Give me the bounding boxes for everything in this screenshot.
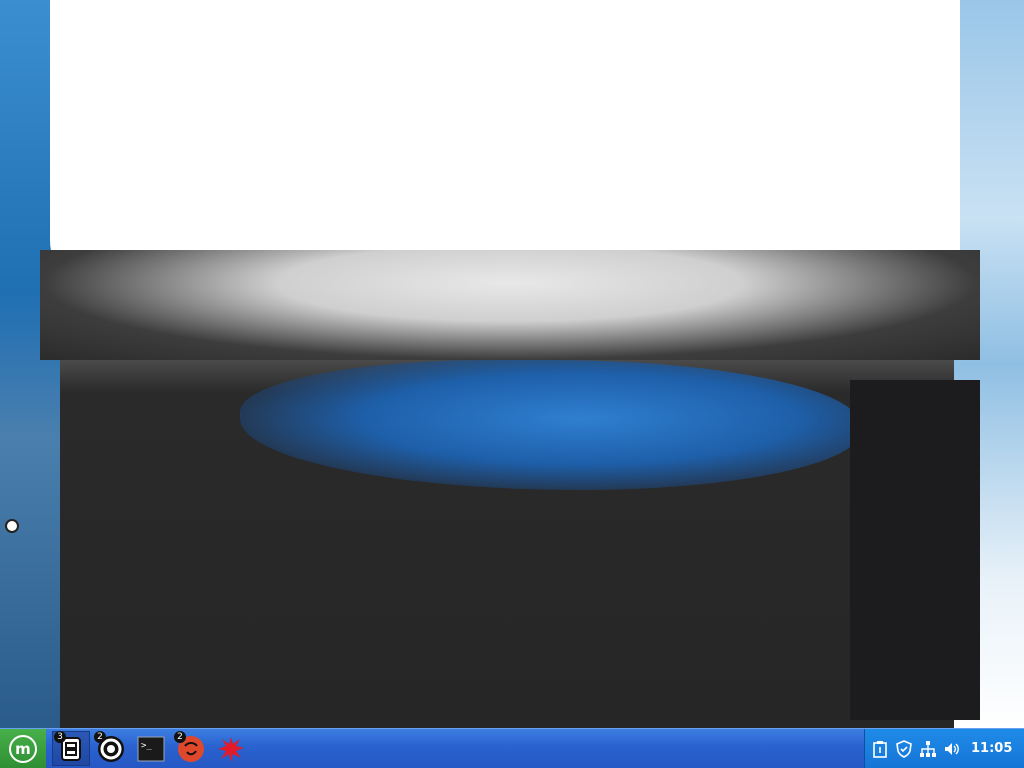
- task-count-badge: 2: [94, 731, 106, 743]
- start-menu-button[interactable]: m: [0, 729, 46, 768]
- clipboard-icon[interactable]: [871, 740, 889, 758]
- wallpaper-cloud-shadow: [40, 250, 980, 360]
- terminal-icon: >_: [137, 736, 165, 761]
- taskbar-button-settings[interactable]: 2: [92, 731, 130, 766]
- taskbar-button-file-manager[interactable]: 3: [52, 731, 90, 766]
- shield-icon[interactable]: [895, 739, 913, 758]
- mouse-cursor-icon: [5, 519, 19, 533]
- linux-mint-logo-icon: m: [9, 734, 37, 763]
- clock[interactable]: 11:05: [971, 741, 1012, 756]
- red-splat-app-icon: [218, 736, 244, 762]
- taskbar-button-red-app[interactable]: 2: [172, 731, 210, 766]
- task-count-badge: 2: [174, 731, 186, 743]
- task-count-badge: 3: [54, 731, 66, 743]
- taskbar: m 3 2 >_ 2 11:05: [0, 728, 1024, 768]
- wallpaper-dark-region: [850, 380, 980, 720]
- taskbar-button-splat-app[interactable]: [212, 731, 250, 766]
- desktop-wallpaper[interactable]: [0, 0, 1024, 728]
- wallpaper-blue-band: [240, 360, 860, 490]
- volume-icon[interactable]: [943, 740, 961, 758]
- svg-text:>_: >_: [141, 741, 152, 751]
- network-icon[interactable]: [919, 740, 937, 758]
- start-menu-label: m: [15, 739, 31, 758]
- system-tray: 11:05: [864, 729, 1024, 768]
- taskbar-button-terminal[interactable]: >_: [132, 731, 170, 766]
